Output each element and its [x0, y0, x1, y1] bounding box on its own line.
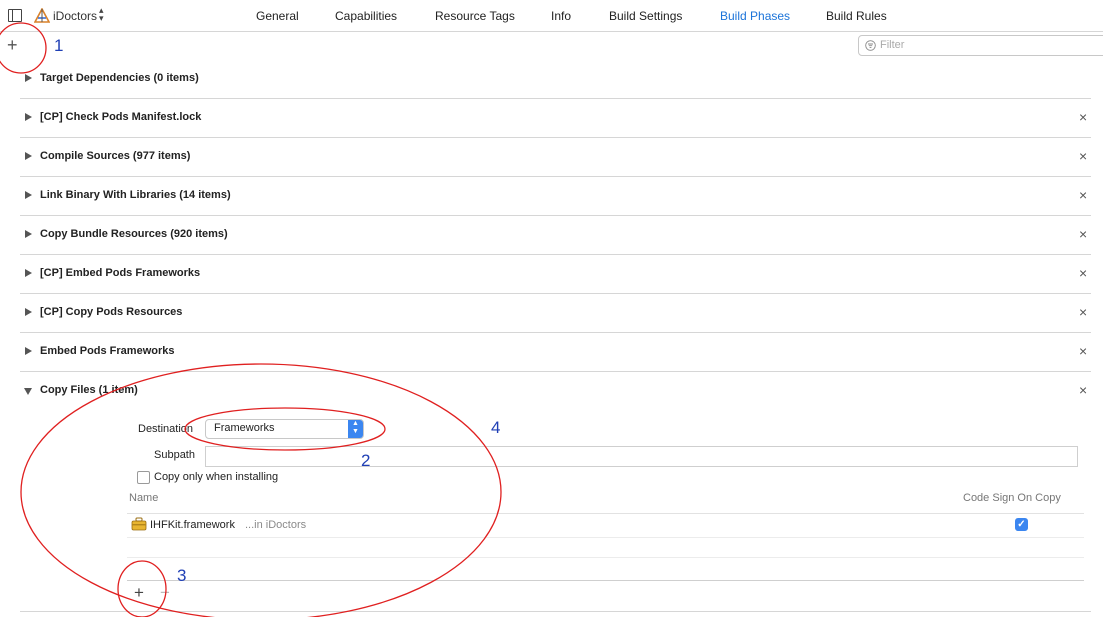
destination-label: Destination — [138, 423, 194, 435]
copy-only-label: Copy only when installing — [154, 471, 279, 483]
remove-file-button[interactable]: − — [160, 583, 170, 603]
destination-value: Frameworks — [214, 422, 275, 434]
phase-title: [CP] Check Pods Manifest.lock — [40, 111, 202, 123]
phase-compile-sources[interactable]: Compile Sources (977 items) × — [20, 138, 1091, 177]
tab-build-phases[interactable]: Build Phases — [720, 9, 790, 23]
framework-toolbox-icon — [131, 517, 147, 531]
remove-phase-icon[interactable]: × — [1079, 343, 1087, 359]
phase-title: Target Dependencies (0 items) — [40, 72, 199, 84]
phase-check-pods-manifest[interactable]: [CP] Check Pods Manifest.lock × — [20, 99, 1091, 138]
sidebar-toggle-icon[interactable] — [8, 9, 22, 22]
tab-general[interactable]: General — [256, 9, 299, 23]
phase-target-dependencies[interactable]: Target Dependencies (0 items) — [20, 60, 1091, 99]
remove-phase-icon[interactable]: × — [1079, 148, 1087, 164]
remove-phase-icon[interactable]: × — [1079, 187, 1087, 203]
subpath-label: Subpath — [154, 449, 195, 461]
disclosure-triangle-icon[interactable] — [25, 308, 32, 316]
column-header-name[interactable]: Name — [129, 492, 158, 504]
phase-title: Link Binary With Libraries (14 items) — [40, 189, 231, 201]
code-sign-checkbox[interactable]: ✓ — [1015, 518, 1028, 531]
add-file-button[interactable]: + — [134, 583, 144, 603]
filter-placeholder: Filter — [880, 39, 905, 51]
app-target-icon — [34, 8, 50, 23]
tab-capabilities[interactable]: Capabilities — [335, 9, 397, 23]
target-chevron-icon[interactable]: ▴ ▾ — [99, 6, 104, 23]
phase-title: Copy Files (1 item) — [40, 384, 138, 396]
remove-phase-icon[interactable]: × — [1079, 304, 1087, 320]
copy-only-checkbox[interactable] — [137, 471, 150, 484]
phase-link-binary[interactable]: Link Binary With Libraries (14 items) × — [20, 177, 1091, 216]
phase-embed-pods-frameworks[interactable]: Embed Pods Frameworks × — [20, 333, 1091, 372]
tab-info[interactable]: Info — [551, 9, 571, 23]
table-divider — [127, 557, 1084, 558]
phase-copy-bundle-resources[interactable]: Copy Bundle Resources (920 items) × — [20, 216, 1091, 255]
filter-input[interactable]: Filter — [858, 35, 1103, 56]
phase-title: Compile Sources (977 items) — [40, 150, 191, 162]
annotation-number-4: 4 — [491, 418, 501, 437]
phase-copy-files[interactable]: Copy Files (1 item) × — [20, 372, 1091, 410]
disclosure-triangle-icon[interactable] — [25, 347, 32, 355]
phase-cp-copy-pods-resources[interactable]: [CP] Copy Pods Resources × — [20, 294, 1091, 333]
disclosure-triangle-icon[interactable] — [25, 113, 32, 121]
destination-popup[interactable]: Frameworks ▲ ▼ — [205, 419, 364, 439]
tab-build-settings[interactable]: Build Settings — [609, 9, 682, 23]
remove-phase-icon[interactable]: × — [1079, 382, 1087, 398]
phase-title: Copy Bundle Resources (920 items) — [40, 228, 228, 240]
tab-resource-tags[interactable]: Resource Tags — [435, 9, 515, 23]
phase-title: [CP] Copy Pods Resources — [40, 306, 183, 318]
column-header-code-sign[interactable]: Code Sign On Copy — [963, 492, 1061, 504]
table-divider — [127, 537, 1084, 538]
target-name[interactable]: iDoctors — [53, 9, 97, 23]
phase-title: Embed Pods Frameworks — [40, 345, 175, 357]
remove-phase-icon[interactable]: × — [1079, 109, 1087, 125]
file-name: IHFKit.framework — [150, 519, 235, 531]
disclosure-triangle-icon[interactable] — [25, 230, 32, 238]
phase-title: [CP] Embed Pods Frameworks — [40, 267, 201, 279]
remove-phase-icon[interactable]: × — [1079, 265, 1087, 281]
annotation-number-3: 3 — [177, 566, 187, 585]
disclosure-triangle-icon[interactable] — [25, 74, 32, 82]
disclosure-triangle-icon[interactable] — [25, 269, 32, 277]
editor-tab-bar: iDoctors ▴ ▾ General Capabilities Resourc… — [0, 0, 1103, 32]
annotation-number-1: 1 — [54, 36, 64, 55]
tab-build-rules[interactable]: Build Rules — [826, 9, 887, 23]
filter-icon — [865, 40, 876, 51]
popup-chevron-icon: ▲ ▼ — [348, 420, 363, 438]
add-build-phase-button[interactable]: + — [7, 35, 18, 56]
annotation-number-2: 2 — [361, 451, 371, 470]
table-divider — [127, 580, 1084, 581]
disclosure-triangle-icon[interactable] — [25, 191, 32, 199]
disclosure-triangle-icon[interactable] — [25, 152, 32, 160]
remove-phase-icon[interactable]: × — [1079, 226, 1087, 242]
phase-divider — [20, 611, 1091, 612]
disclosure-triangle-open-icon[interactable] — [24, 388, 32, 395]
phase-cp-embed-pods-frameworks[interactable]: [CP] Embed Pods Frameworks × — [20, 255, 1091, 294]
file-location: ...in iDoctors — [245, 519, 307, 531]
subpath-input[interactable] — [205, 446, 1078, 467]
